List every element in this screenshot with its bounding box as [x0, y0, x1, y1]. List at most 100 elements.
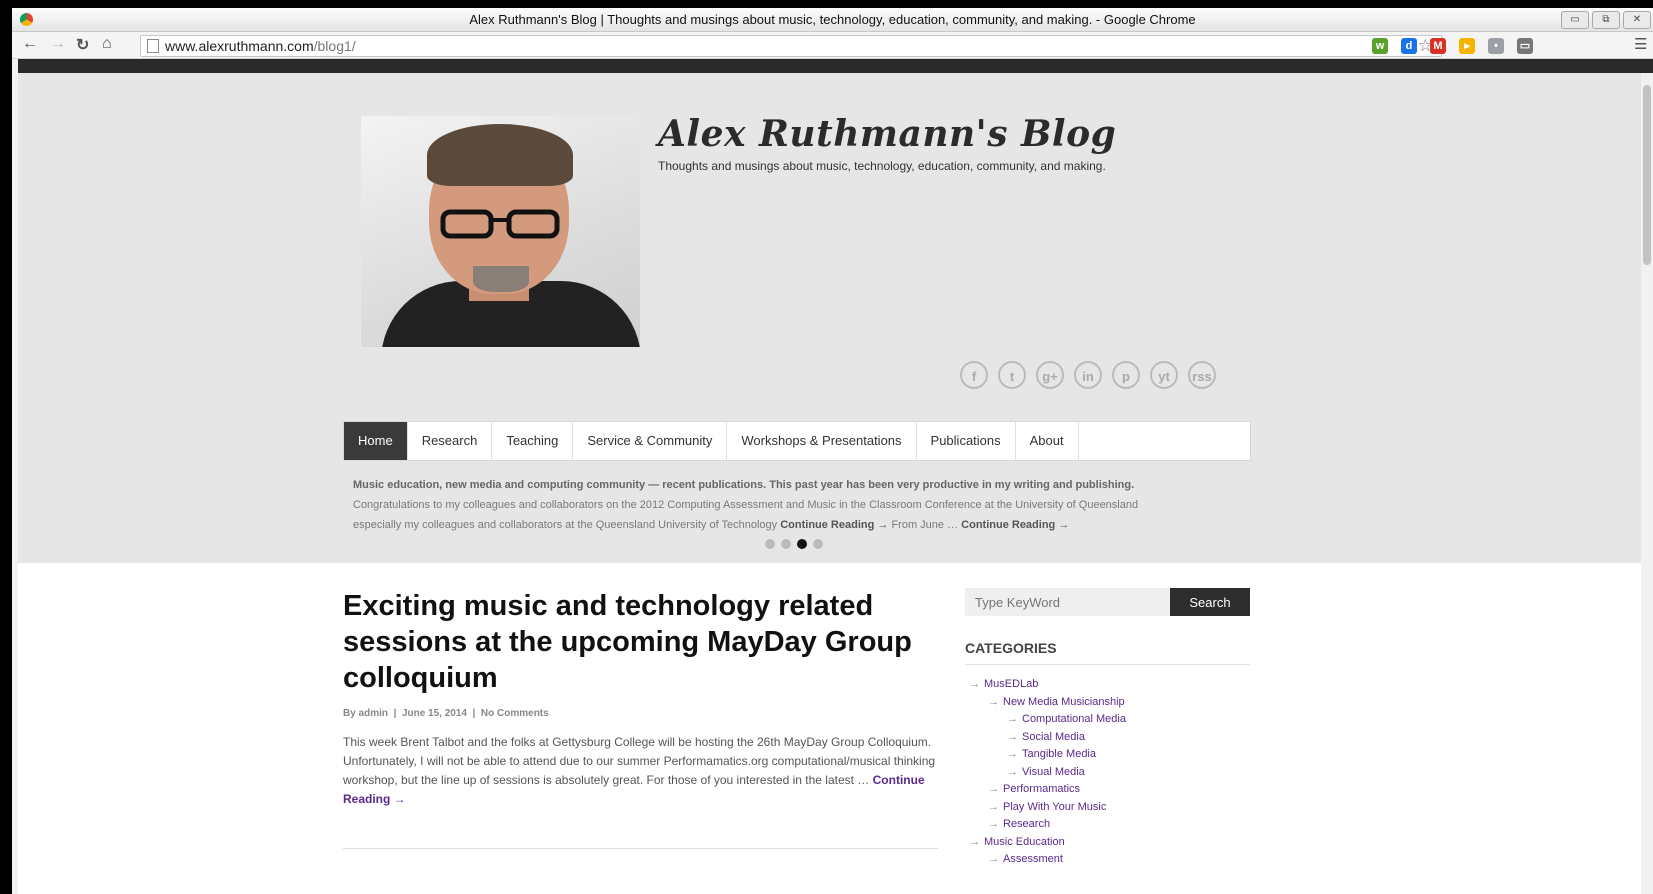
url-text[interactable]: www.alexruthmann.com/blog1/	[165, 38, 356, 54]
category-label: Assessment	[1003, 853, 1063, 865]
category-label: Visual Media	[1022, 765, 1085, 778]
arrow-icon: →	[1007, 765, 1018, 778]
slider-line-2: Congratulations to my colleagues and col…	[353, 499, 1139, 511]
rss-icon[interactable]: rss	[1188, 361, 1216, 389]
google-plus-icon[interactable]: g+	[1036, 361, 1064, 389]
page-scrollbar[interactable]	[1641, 73, 1653, 894]
category-label: MusEDLab	[984, 678, 1039, 690]
slider-dot-4[interactable]	[813, 539, 823, 549]
window-controls: ▭ ⧉ ✕	[1561, 11, 1651, 29]
slider-line-1: Music education, new media and computing…	[353, 479, 1135, 491]
social-links: f t g+ in p yt rss	[960, 361, 1216, 389]
category-item[interactable]: → Social Media	[965, 729, 1250, 747]
back-arrow-icon[interactable]: ←	[22, 35, 38, 53]
category-item[interactable]: → Performamatics	[965, 781, 1250, 799]
window-title: Alex Ruthmann's Blog | Thoughts and musi…	[469, 12, 1196, 27]
post-title[interactable]: Exciting music and technology related se…	[343, 588, 943, 696]
linkedin-icon[interactable]: in	[1074, 361, 1102, 389]
category-label: Social Media	[1022, 730, 1085, 743]
reload-icon[interactable]: ↻	[76, 35, 89, 55]
category-label: Research	[1003, 818, 1051, 830]
nav-workshops-presentations[interactable]: Workshops & Presentations	[727, 422, 917, 460]
nav-about[interactable]: About	[1016, 422, 1079, 460]
blog-title[interactable]: Alex Ruthmann's Blog	[658, 113, 1116, 155]
extension-green-icon[interactable]: w	[1372, 38, 1388, 54]
slider-dots	[765, 539, 823, 549]
arrow-icon: →	[1007, 730, 1018, 743]
url-path: /blog1/	[313, 38, 356, 54]
close-icon[interactable]: ✕	[1623, 11, 1651, 29]
slider-dot-1[interactable]	[765, 539, 775, 549]
nav-research[interactable]: Research	[408, 422, 493, 460]
post-divider	[343, 848, 938, 849]
arrow-icon: →	[1007, 713, 1018, 725]
chrome-menu-icon[interactable]: ☰	[1634, 35, 1647, 53]
arrow-icon: →	[988, 695, 999, 708]
post-author[interactable]: By admin	[343, 708, 388, 719]
categories-heading: CATEGORIES	[965, 640, 1250, 665]
arrow-icon: →	[988, 800, 999, 813]
category-label: Computational Media	[1022, 713, 1126, 725]
pinterest-icon[interactable]: p	[1112, 361, 1140, 389]
arrow-icon: →	[969, 678, 980, 690]
slider-from-june: From June …	[891, 519, 959, 531]
forward-arrow-icon[interactable]: →	[50, 35, 66, 53]
main-navigation: Home Research Teaching Service & Communi…	[343, 421, 1251, 461]
extension-blue-icon[interactable]: d	[1401, 38, 1417, 54]
address-bar[interactable]: www.alexruthmann.com/blog1/ ☆	[140, 35, 1442, 57]
category-item[interactable]: → Music Education	[965, 834, 1250, 852]
arrow-icon: →	[969, 835, 980, 848]
restore-icon[interactable]: ⧉	[1592, 11, 1620, 29]
twitter-icon[interactable]: t	[998, 361, 1026, 389]
site-header: Alex Ruthmann's Blog Thoughts and musing…	[18, 73, 1653, 563]
facebook-icon[interactable]: f	[960, 361, 988, 389]
slider-dot-3[interactable]	[797, 539, 807, 549]
slider-continue-reading-2[interactable]: Continue Reading →	[961, 519, 1069, 531]
blog-tagline: Thoughts and musings about music, techno…	[658, 159, 1106, 173]
nav-teaching[interactable]: Teaching	[492, 422, 574, 460]
post-comments[interactable]: No Comments	[481, 708, 549, 719]
scrollbar-thumb[interactable]	[1643, 85, 1651, 265]
category-label: Tangible Media	[1022, 748, 1096, 760]
extension-yellow-icon[interactable]: ▸	[1459, 38, 1475, 54]
category-label: Play With Your Music	[1003, 800, 1107, 813]
slider-dot-2[interactable]	[781, 539, 791, 549]
category-item[interactable]: → Tangible Media	[965, 746, 1250, 764]
category-item[interactable]: → Assessment	[965, 851, 1250, 869]
category-item[interactable]: → Computational Media	[965, 711, 1250, 729]
slider-continue-reading-1[interactable]: Continue Reading →	[780, 519, 888, 531]
browser-toolbar: ← → ↻ ⌂ www.alexruthmann.com/blog1/ ☆ wd…	[12, 32, 1653, 59]
arrow-icon: →	[988, 818, 999, 830]
page-icon	[147, 39, 159, 53]
nav-publications[interactable]: Publications	[917, 422, 1016, 460]
category-item[interactable]: → Research	[965, 816, 1250, 834]
category-label: New Media Musicianship	[1003, 695, 1125, 708]
nav-service-community[interactable]: Service & Community	[573, 422, 728, 460]
arrow-icon: →	[988, 853, 999, 865]
extension-gray-icon[interactable]: •	[1488, 38, 1504, 54]
cast-icon[interactable]: ▭	[1517, 38, 1533, 54]
web-page: Alex Ruthmann's Blog Thoughts and musing…	[18, 73, 1653, 894]
category-item[interactable]: → Visual Media	[965, 764, 1250, 782]
post-excerpt: This week Brent Talbot and the folks at …	[343, 733, 943, 809]
post-excerpt-text: This week Brent Talbot and the folks at …	[343, 735, 936, 787]
category-item[interactable]: → MusEDLab	[965, 676, 1250, 694]
minimize-icon[interactable]: ▭	[1561, 11, 1589, 29]
post-meta: By admin | June 15, 2014 | No Comments	[343, 708, 549, 719]
arrow-icon: →	[988, 783, 999, 795]
search-input[interactable]	[965, 588, 1170, 616]
gmail-icon[interactable]: M	[1430, 38, 1446, 54]
home-icon[interactable]: ⌂	[102, 35, 112, 53]
site-top-bar	[18, 59, 1653, 73]
category-label: Music Education	[984, 835, 1065, 848]
arrow-icon: →	[1007, 748, 1018, 760]
categories-list: → MusEDLab → New Media Musicianship → Computa…	[965, 676, 1250, 869]
youtube-icon[interactable]: yt	[1150, 361, 1178, 389]
url-host: www.alexruthmann.com	[165, 38, 314, 54]
nav-home[interactable]: Home	[344, 422, 408, 460]
category-item[interactable]: → Play With Your Music	[965, 799, 1250, 817]
post-date[interactable]: June 15, 2014	[402, 708, 467, 719]
category-item[interactable]: → New Media Musicianship	[965, 694, 1250, 712]
blog-post: Exciting music and technology related se…	[343, 588, 943, 809]
search-button[interactable]: Search	[1170, 588, 1250, 616]
